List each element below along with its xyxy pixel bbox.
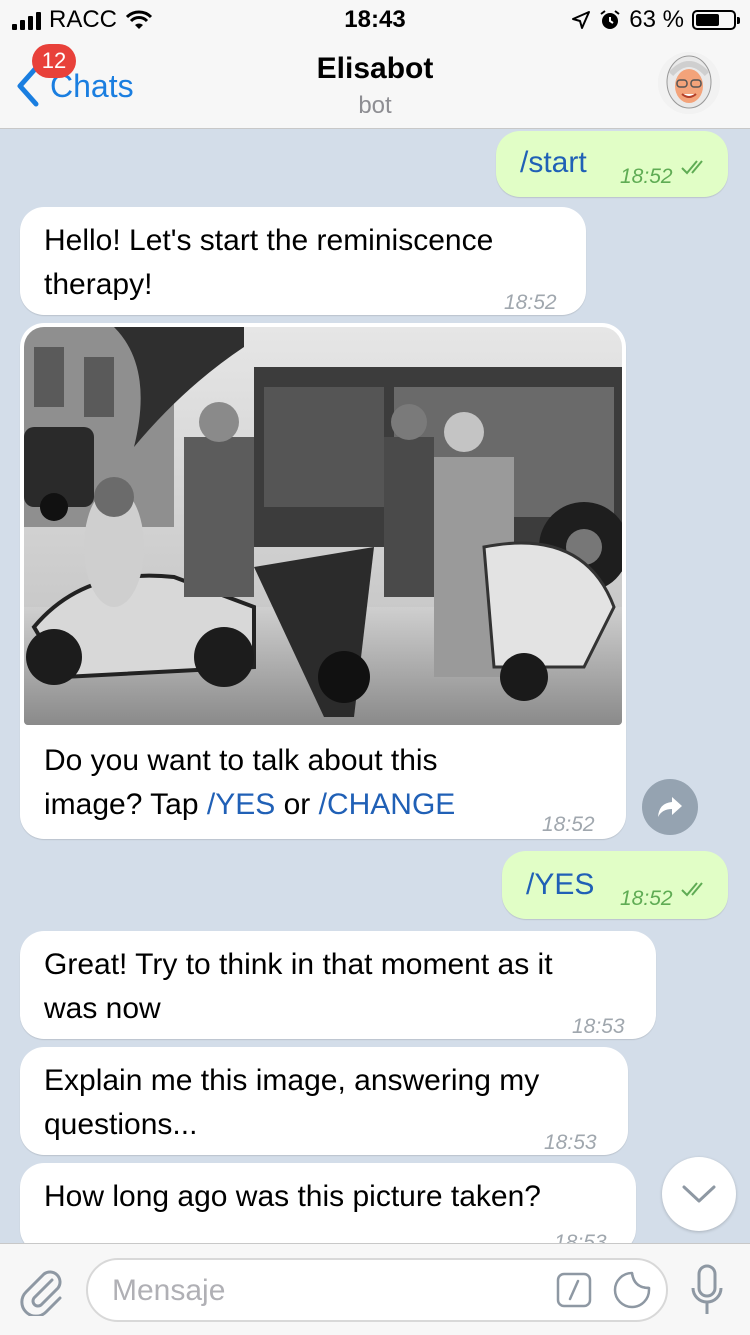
share-arrow-icon xyxy=(658,797,682,817)
photo-image xyxy=(24,327,622,725)
photo-caption-line: Do you want to talk about this xyxy=(44,744,438,777)
message-incoming[interactable]: Explain me this image, answering my ques… xyxy=(20,1047,628,1155)
photo-caption-line: image? Tap /YES or /CHANGE xyxy=(44,783,455,826)
chat-header: Chats 12 Elisabot bot xyxy=(0,40,750,129)
microphone-icon[interactable] xyxy=(690,1264,724,1320)
message-text: /start xyxy=(520,146,587,179)
change-command-link[interactable]: /CHANGE xyxy=(319,788,456,821)
message-incoming[interactable]: Hello! Let's start the reminiscence ther… xyxy=(20,207,586,315)
message-time: 18:53 xyxy=(554,1231,607,1243)
input-bar xyxy=(0,1243,750,1335)
paperclip-icon[interactable] xyxy=(18,1266,64,1316)
yes-command-link[interactable]: /YES xyxy=(207,788,275,821)
caption-text: or xyxy=(275,788,319,821)
message-line: questions... xyxy=(44,1108,198,1141)
message-time: 18:52 xyxy=(620,887,673,910)
message-time: 18:53 xyxy=(572,1015,625,1038)
chat-subtitle: bot xyxy=(358,92,392,119)
photo-message[interactable]: Do you want to talk about this image? Ta… xyxy=(20,323,626,839)
vintage-photo[interactable] xyxy=(24,327,622,725)
message-text: /YES xyxy=(526,868,595,901)
message-input-field[interactable] xyxy=(86,1258,668,1322)
battery-icon xyxy=(692,10,740,30)
message-time: 18:52 xyxy=(620,165,673,188)
status-right: 63 % xyxy=(571,6,740,34)
message-line: was now xyxy=(44,992,161,1025)
message-line: therapy! xyxy=(44,268,153,301)
bot-avatar-illustration xyxy=(658,52,720,114)
message-line: Great! Try to think in that moment as it xyxy=(44,948,553,981)
scroll-down-button[interactable] xyxy=(662,1157,736,1231)
message-incoming[interactable]: How long ago was this picture taken? 18:… xyxy=(20,1163,636,1243)
message-outgoing[interactable]: /YES 18:52 xyxy=(502,851,728,919)
avatar[interactable] xyxy=(658,52,720,114)
sticker-icon[interactable] xyxy=(612,1270,652,1310)
alarm-icon xyxy=(600,10,620,29)
message-outgoing[interactable]: /start 18:52 xyxy=(496,131,728,197)
message-time: 18:53 xyxy=(544,1131,597,1154)
chat-title[interactable]: Elisabot xyxy=(0,52,750,86)
caption-text: image? Tap xyxy=(44,788,207,821)
slash-command-icon[interactable] xyxy=(556,1272,592,1308)
message-input[interactable] xyxy=(110,1268,534,1314)
double-check-icon xyxy=(681,160,703,175)
message-line: Explain me this image, answering my xyxy=(44,1064,540,1097)
share-button[interactable] xyxy=(642,779,698,835)
chat-messages[interactable]: /start 18:52 Hello! Let's start the remi… xyxy=(0,129,750,1243)
double-check-icon xyxy=(681,882,703,897)
message-incoming[interactable]: Great! Try to think in that moment as it… xyxy=(20,931,656,1039)
message-time: 18:52 xyxy=(504,291,557,314)
location-arrow-icon xyxy=(572,11,591,29)
battery-percent: 63 % xyxy=(629,6,684,33)
chevron-down-icon xyxy=(682,1185,716,1203)
message-time: 18:52 xyxy=(542,813,595,836)
message-line: Hello! Let's start the reminiscence xyxy=(44,224,494,257)
status-bar: RACC 18:43 63 % xyxy=(0,0,750,40)
message-line: How long ago was this picture taken? xyxy=(44,1180,541,1213)
